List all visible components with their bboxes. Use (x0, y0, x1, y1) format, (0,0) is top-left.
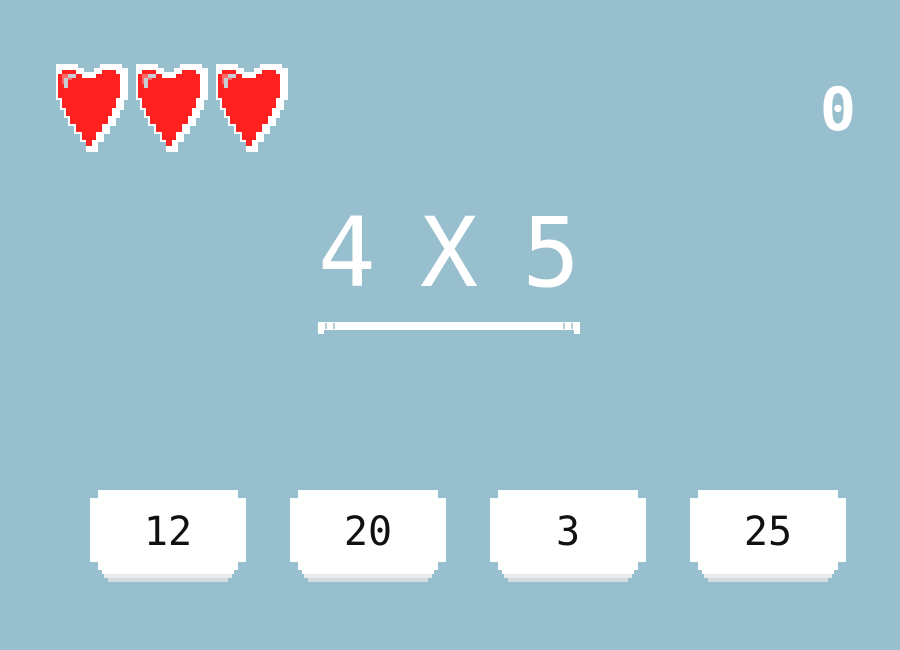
answer-label: 20 (343, 509, 393, 555)
lives-indicator (50, 62, 288, 156)
answer-button-12[interactable]: 12 (88, 490, 248, 582)
heart-icon (50, 62, 128, 156)
answer-button-20[interactable]: 20 (288, 490, 448, 582)
heart-icon (210, 62, 288, 156)
answer-label: 12 (143, 509, 193, 555)
math-problem: 4 X 5 (318, 205, 580, 335)
problem-expression: 4 X 5 (318, 205, 580, 305)
operator-symbol: X (420, 197, 478, 309)
right-operand: 5 (522, 197, 580, 309)
score-display: 0 (819, 75, 856, 145)
heart-icon (130, 62, 208, 156)
answer-button-25[interactable]: 25 (688, 490, 848, 582)
answer-label: 3 (555, 509, 581, 555)
answer-button-3[interactable]: 3 (488, 490, 648, 582)
answer-underline (318, 322, 580, 334)
answer-label: 25 (743, 509, 793, 555)
answer-options: 12 20 3 25 (88, 490, 848, 582)
left-operand: 4 (318, 197, 376, 309)
